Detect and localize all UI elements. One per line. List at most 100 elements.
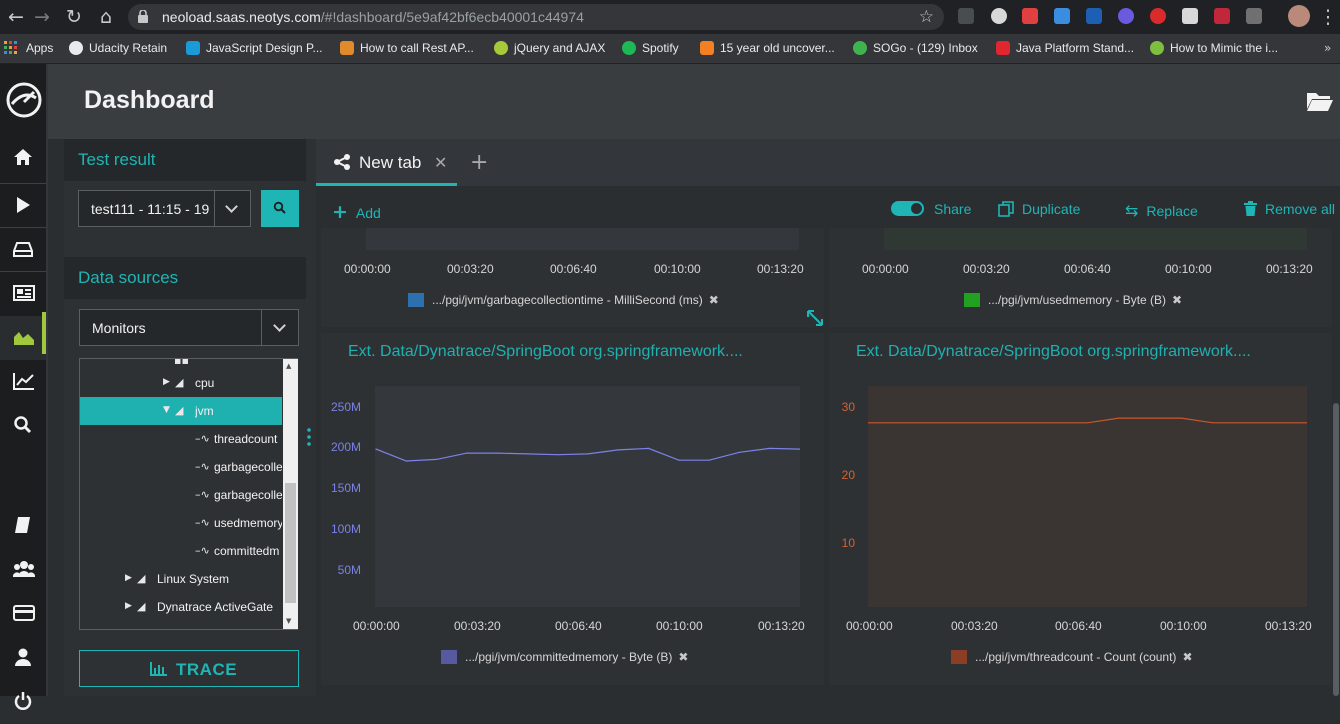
remove-series-icon[interactable]: ✖ [678,650,688,664]
tree-row-counter[interactable]: –∿ usedmemory [80,509,282,537]
tree-row-counter[interactable]: –∿ garbagecolle [80,481,282,509]
close-tab-icon[interactable]: ✕ [434,153,447,172]
search-button[interactable] [261,190,299,227]
remove-series-icon[interactable]: ✖ [1182,650,1192,664]
rail-run[interactable] [0,184,46,228]
bookmark-apps[interactable]: Apps [4,41,53,55]
data-point [1118,417,1120,419]
rail-logout[interactable] [0,680,46,724]
data-point [405,460,407,462]
menu-icon[interactable]: ⋮ [1316,5,1340,29]
rail-users[interactable] [0,548,46,592]
widget-title[interactable]: Ext. Data/Dynatrace/SpringBoot org.sprin… [348,343,743,361]
x-tick-label: 00:10:00 [1165,262,1212,276]
rail-home[interactable] [0,136,46,180]
x-tick-label: 00:13:20 [758,619,805,633]
extension-icon[interactable] [1086,8,1102,24]
test-result-heading: Test result [78,150,156,169]
extension-icon[interactable] [1022,8,1038,24]
tree-row-cpu[interactable]: ▶ ◢ cpu [80,369,282,397]
more-bookmarks-icon[interactable]: » [1324,41,1331,55]
reload-icon[interactable]: ↻ [62,5,86,29]
add-button[interactable]: + Add [332,201,381,223]
scroll-thumb[interactable] [1333,403,1339,696]
y-tick-label: 250M [330,400,361,414]
scroll-down-icon[interactable]: ▼ [286,617,291,625]
forward-icon[interactable]: → [30,5,54,29]
collapse-arrow-icon[interactable]: ▼ [163,405,170,415]
bookmark-item[interactable]: JavaScript Design P... [186,41,323,55]
tree-scrollbar[interactable]: ▲ ▼ [283,359,298,629]
add-tab-icon[interactable]: + [470,150,488,175]
data-sources-select[interactable]: Monitors [79,309,299,346]
url-text: neoload.saas.neotys.com/#!dashboard/5e9a… [162,9,584,25]
rail-subscription[interactable] [0,592,46,636]
chart-legend: .../pgi/jvm/threadcount - Count (count) ✖ [951,650,1193,664]
tree-row-jvm[interactable]: ▼ ◢ jvm [80,397,282,425]
data-point [466,452,468,454]
book-icon [15,517,30,533]
bookmark-item[interactable]: 15 year old uncover... [700,41,835,55]
expand-arrow-icon[interactable]: ▶ [125,573,132,583]
chart-plot-area [884,228,1307,250]
home-icon[interactable]: ⌂ [94,5,118,29]
expand-arrow-icon[interactable]: ▶ [163,377,170,387]
scroll-up-icon[interactable]: ▲ [286,362,291,370]
extension-icon[interactable] [1118,8,1134,24]
bookmark-item[interactable]: jQuery and AJAX [494,41,605,55]
resize-icon[interactable] [806,309,824,327]
remove-all-button[interactable]: Remove all [1244,201,1335,217]
rail-results[interactable] [0,272,46,316]
bookmark-item[interactable]: Udacity Retain [69,41,167,55]
chart-legend: .../pgi/jvm/committedmemory - Byte (B) ✖ [441,650,688,664]
bookmark-star-icon[interactable]: ☆ [919,7,934,27]
rail-profile[interactable] [0,636,46,680]
address-bar[interactable]: neoload.saas.neotys.com/#!dashboard/5e9a… [128,4,944,30]
extension-icon[interactable] [991,8,1007,24]
bookmark-item[interactable]: SOGo - (129) Inbox [853,41,978,55]
duplicate-button[interactable]: Duplicate [998,201,1080,217]
main-scrollbar[interactable] [1332,228,1340,696]
rail-resources[interactable] [0,228,46,272]
bookmark-item[interactable]: How to call Rest AP... [340,41,474,55]
share-icon [334,154,350,170]
tree-row-counter[interactable]: –∿ committedm [80,537,282,565]
tree-row-dynatrace[interactable]: ▶ ◢ Dynatrace ActiveGate [80,593,282,621]
replace-button[interactable]: ⇆ Replace [1125,201,1198,220]
share-toggle[interactable] [891,201,924,216]
scroll-thumb[interactable] [285,483,296,603]
icon-rail [0,64,46,710]
rail-docs[interactable] [0,504,46,548]
tree-row-linux[interactable]: ▶ ◢ Linux System [80,565,282,593]
bookmarks-bar: Apps Udacity Retain JavaScript Design P.… [0,34,1340,64]
profile-avatar[interactable] [1288,5,1310,27]
x-tick-label: 00:10:00 [654,262,701,276]
bookmark-item[interactable]: Java Platform Stand... [996,41,1134,55]
test-result-select[interactable]: test111 - 11:15 - 19 [78,190,251,227]
extension-icon[interactable] [1054,8,1070,24]
rail-search[interactable] [0,404,46,448]
extension-icon[interactable] [1214,8,1230,24]
expand-arrow-icon[interactable]: ▶ [125,601,132,611]
extension-icon[interactable] [1182,8,1198,24]
y-tick-label: 10 [841,536,855,550]
tree-row-counter[interactable]: –∿ garbagecolle [80,453,282,481]
extension-icon[interactable] [1246,8,1262,24]
extension-icon[interactable] [958,8,974,24]
open-folder-icon[interactable] [1306,90,1334,112]
drive-icon [13,242,33,257]
extension-icon[interactable] [1150,8,1166,24]
bookmark-item[interactable]: How to Mimic the i... [1150,41,1278,55]
remove-series-icon[interactable]: ✖ [709,293,719,307]
bookmark-favicon [494,41,508,55]
bookmark-item[interactable]: Spotify [622,41,679,55]
rail-dashboards[interactable] [0,316,46,360]
trace-button[interactable]: TRACE [79,650,299,687]
tree-row-counter[interactable]: –∿ threadcount [80,425,282,453]
remove-series-icon[interactable]: ✖ [1172,293,1182,307]
data-point [1055,422,1057,424]
widget-title[interactable]: Ext. Data/Dynatrace/SpringBoot org.sprin… [856,343,1251,361]
back-icon[interactable]: ← [4,5,28,29]
panel-resize-handle[interactable] [307,428,311,446]
rail-trends[interactable] [0,360,46,404]
